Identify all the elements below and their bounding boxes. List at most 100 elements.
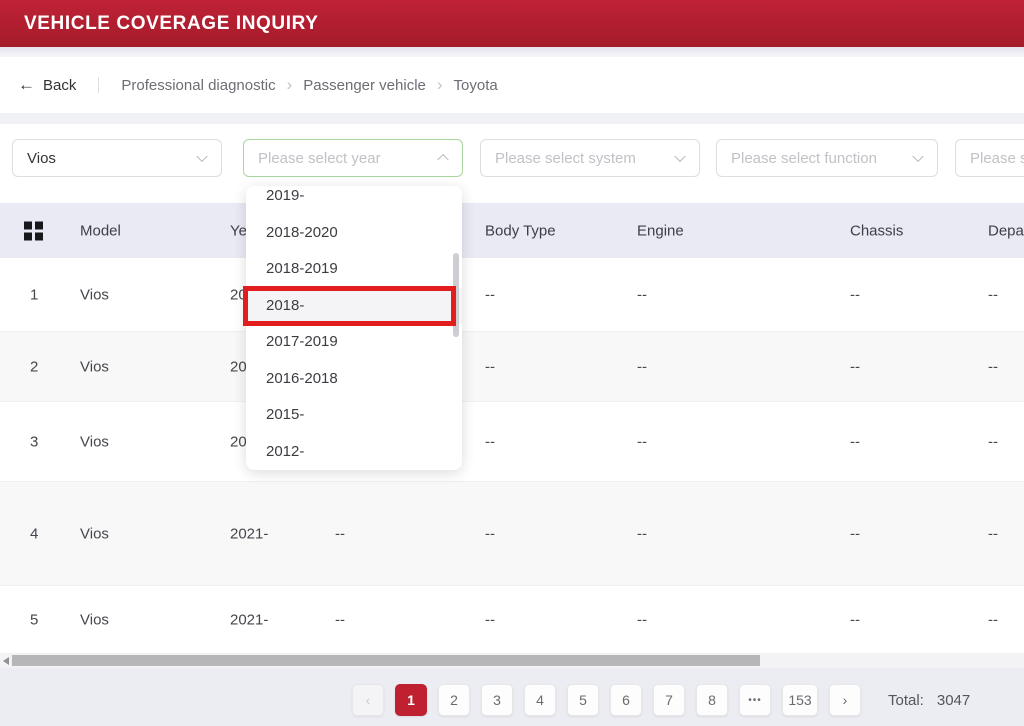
cell-model: Vios — [80, 611, 109, 628]
grid-view-icon[interactable] — [24, 221, 43, 240]
cell-engine: -- — [637, 433, 647, 450]
scroll-left-arrow-icon[interactable] — [3, 657, 9, 665]
cell-year: 20 — [230, 286, 247, 303]
cell-year: 20 — [230, 358, 247, 375]
cell-col4: -- — [335, 611, 345, 628]
total-label: Total: — [888, 692, 924, 709]
back-arrow-icon: ← — [18, 75, 35, 95]
cell-engine: -- — [637, 525, 647, 542]
cell-body: -- — [485, 525, 495, 542]
chevron-down-icon — [196, 151, 207, 162]
pagination-ellipsis[interactable]: ••• — [739, 684, 771, 716]
page-button-6[interactable]: 6 — [610, 684, 642, 716]
function-select[interactable]: Please select function — [716, 139, 938, 177]
dropdown-scrollbar-thumb[interactable] — [453, 253, 459, 337]
header-shadow-strip — [0, 47, 1024, 57]
column-header-body-type: Body Type — [485, 222, 556, 239]
cell-body: -- — [485, 611, 495, 628]
column-header-chassis: Chassis — [850, 222, 903, 239]
table-header: Model Year Body Type Engine Chassis Depa — [0, 203, 1024, 258]
chevron-down-icon — [674, 151, 685, 162]
function-select-placeholder: Please select function — [731, 150, 877, 167]
cell-chassis: -- — [850, 358, 860, 375]
column-header-engine: Engine — [637, 222, 684, 239]
cell-model: Vios — [80, 525, 109, 542]
cell-dept: -- — [988, 611, 998, 628]
chevron-up-icon — [437, 154, 448, 165]
system-select-placeholder: Please select system — [495, 150, 636, 167]
pagination: ‹ 1 2 3 4 5 6 7 8 ••• 153 › Total: 3047 — [352, 684, 970, 716]
breadcrumb: ← Back Professional diagnostic › Passeng… — [0, 57, 1024, 113]
model-select[interactable]: Vios — [12, 139, 222, 177]
page-button-2[interactable]: 2 — [438, 684, 470, 716]
page-button-4[interactable]: 4 — [524, 684, 556, 716]
page-button-8[interactable]: 8 — [696, 684, 728, 716]
cell-model: Vios — [80, 358, 109, 375]
extra-select-placeholder: Please select — [970, 150, 1024, 167]
total-value: 3047 — [937, 692, 970, 709]
year-option[interactable]: 2018-2020 — [246, 215, 462, 252]
row-number: 1 — [30, 286, 38, 303]
cell-body: -- — [485, 286, 495, 303]
system-select[interactable]: Please select system — [480, 139, 700, 177]
column-header-department: Depa — [988, 222, 1024, 239]
cell-chassis: -- — [850, 433, 860, 450]
horizontal-scrollbar[interactable] — [0, 653, 1024, 668]
cell-engine: -- — [637, 358, 647, 375]
breadcrumb-item-toyota[interactable]: Toyota — [454, 77, 498, 94]
cell-engine: -- — [637, 286, 647, 303]
cell-dept: -- — [988, 358, 998, 375]
page-button-153[interactable]: 153 — [782, 684, 818, 716]
year-option-highlighted[interactable]: 2018- — [246, 288, 462, 325]
row-number: 3 — [30, 433, 38, 450]
prev-page-button[interactable]: ‹ — [352, 684, 384, 716]
row-number: 2 — [30, 358, 38, 375]
year-option[interactable]: 2018-2019 — [246, 251, 462, 288]
page-button-1[interactable]: 1 — [395, 684, 427, 716]
page-button-3[interactable]: 3 — [481, 684, 513, 716]
app-header: VEHICLE COVERAGE INQUIRY — [0, 0, 1024, 47]
cell-dept: -- — [988, 525, 998, 542]
table-row[interactable]: 3 Vios 20 -- -- -- -- — [0, 401, 1024, 481]
cell-body: -- — [485, 358, 495, 375]
next-page-button[interactable]: › — [829, 684, 861, 716]
footer-bar: ‹ 1 2 3 4 5 6 7 8 ••• 153 › Total: 3047 — [0, 668, 1024, 726]
table-row[interactable]: 1 Vios 20 -- -- -- -- — [0, 258, 1024, 331]
year-option[interactable]: 2015- — [246, 397, 462, 434]
table-row[interactable]: 2 Vios 20 -- -- -- -- — [0, 331, 1024, 401]
cell-body: -- — [485, 433, 495, 450]
year-option[interactable]: 2019- — [246, 186, 462, 215]
breadcrumb-divider — [98, 77, 99, 93]
year-select[interactable]: Please select year — [243, 139, 463, 177]
table-row[interactable]: 4 Vios 2021- -- -- -- -- -- — [0, 481, 1024, 585]
model-select-value: Vios — [27, 150, 56, 167]
chevron-right-icon: › — [437, 75, 443, 95]
cell-engine: -- — [637, 611, 647, 628]
main-content: Vios Please select year Please select sy… — [0, 124, 1024, 668]
back-button[interactable]: Back — [43, 77, 76, 94]
page-title: VEHICLE COVERAGE INQUIRY — [24, 13, 319, 35]
cell-chassis: -- — [850, 286, 860, 303]
cell-year: 20 — [230, 433, 247, 450]
row-number: 4 — [30, 525, 38, 542]
section-gap — [0, 113, 1024, 124]
table-row[interactable]: 5 Vios 2021- -- -- -- -- -- — [0, 585, 1024, 653]
year-dropdown-panel: 2019- 2018-2020 2018-2019 2018- 2017-201… — [246, 186, 462, 470]
cell-model: Vios — [80, 433, 109, 450]
year-option[interactable]: 2012- — [246, 434, 462, 471]
page-button-7[interactable]: 7 — [653, 684, 685, 716]
year-option[interactable]: 2017-2019 — [246, 324, 462, 361]
horizontal-scrollbar-thumb[interactable] — [12, 655, 760, 666]
cell-year: 2021- — [230, 525, 268, 542]
cell-dept: -- — [988, 433, 998, 450]
row-number: 5 — [30, 611, 38, 628]
cell-dept: -- — [988, 286, 998, 303]
cell-col4: -- — [335, 525, 345, 542]
page-button-5[interactable]: 5 — [567, 684, 599, 716]
year-option[interactable]: 2016-2018 — [246, 361, 462, 398]
extra-select[interactable]: Please select — [955, 139, 1024, 177]
chevron-right-icon: › — [287, 75, 293, 95]
cell-chassis: -- — [850, 525, 860, 542]
breadcrumb-item-professional-diagnostic[interactable]: Professional diagnostic — [121, 77, 275, 94]
breadcrumb-item-passenger-vehicle[interactable]: Passenger vehicle — [303, 77, 426, 94]
